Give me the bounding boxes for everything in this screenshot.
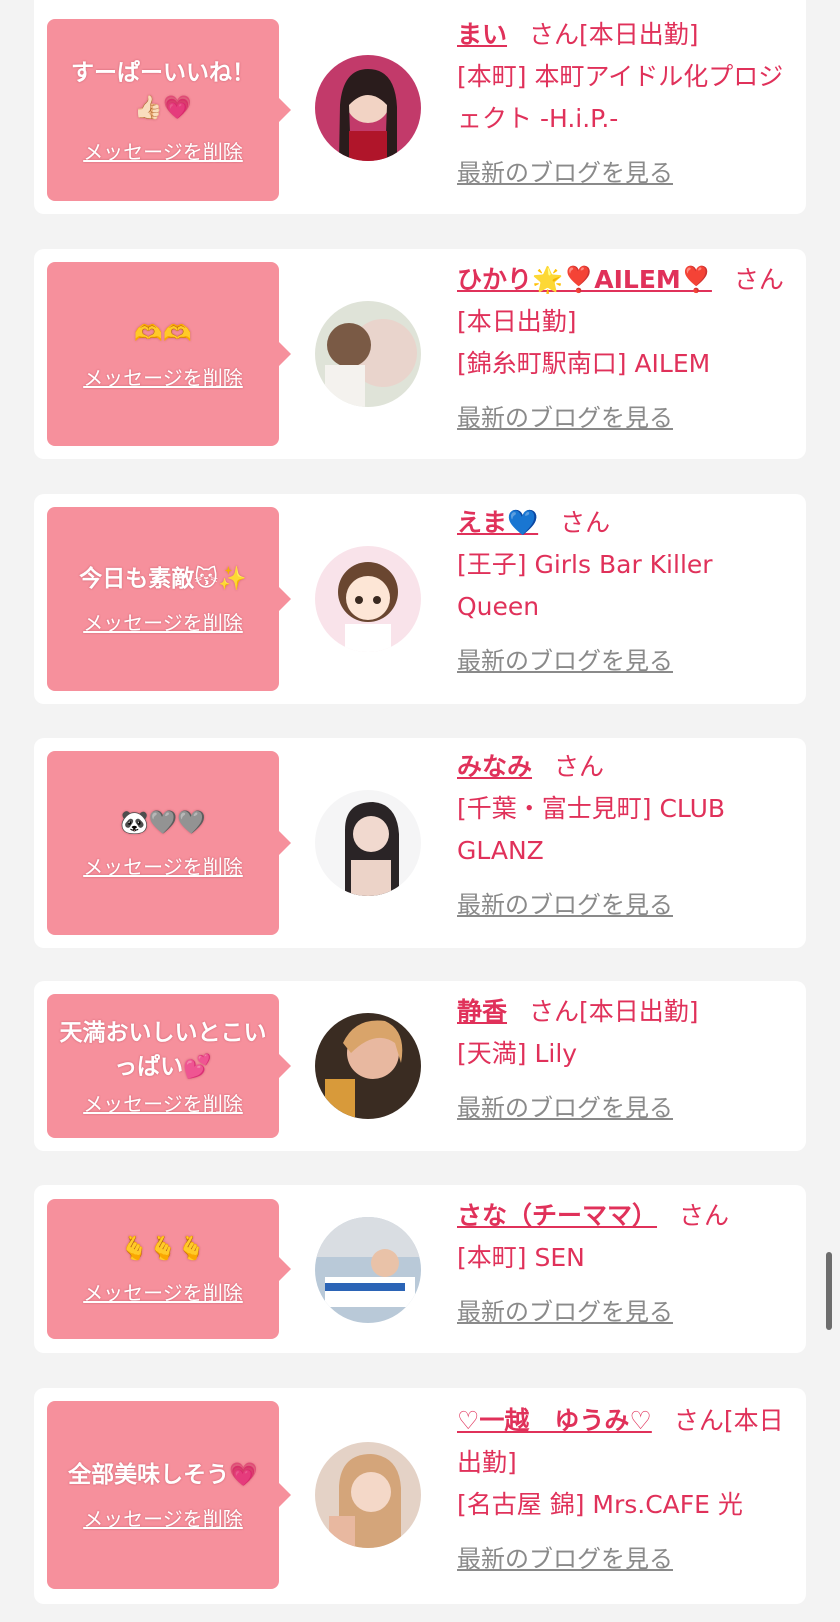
- message-bubble: 今日も素敵😽✨ メッセージを削除: [47, 507, 291, 691]
- avatar[interactable]: [315, 301, 421, 407]
- delete-message-link[interactable]: メッセージを削除: [83, 1088, 243, 1117]
- message-bubble: 🫶🫶 メッセージを削除: [47, 262, 291, 446]
- scrollbar-thumb[interactable]: [826, 1252, 832, 1330]
- honorific: さん: [560, 508, 611, 537]
- latest-blog-link[interactable]: 最新のブログを見る: [457, 640, 787, 682]
- shop-name: [名古屋 錦] Mrs.CAFE 光: [457, 1490, 743, 1519]
- message-text: すーぱーいいね！👍🏻💗: [71, 59, 255, 121]
- shop-name: [本町] 本町アイドル化プロジェクト -H.i.P.-: [457, 62, 784, 133]
- cast-info: みなみ さん [千葉・富士見町] CLUB GLANZ 最新のブログを見る: [457, 746, 787, 926]
- message-bubble: 🫰🫰🫰 メッセージを削除: [47, 1199, 291, 1339]
- message-text: 全部美味しそう💗: [68, 1462, 258, 1488]
- honorific: さん: [554, 752, 605, 781]
- cast-name-link[interactable]: ♡一越 ゆうみ♡: [457, 1406, 652, 1435]
- cast-info: さな（チーママ） さん [本町] SEN 最新のブログを見る: [457, 1195, 787, 1333]
- cast-name-link[interactable]: まい: [457, 20, 507, 49]
- delete-message-link[interactable]: メッセージを削除: [83, 1503, 243, 1532]
- message-card: 全部美味しそう💗 メッセージを削除 ♡一越 ゆうみ♡ さん[本日出勤] [名古屋 …: [34, 1388, 806, 1604]
- message-text: 今日も素敵😽✨: [79, 566, 247, 592]
- message-bubble: 🐼🩶🩶 メッセージを削除: [47, 751, 291, 935]
- avatar[interactable]: [315, 55, 421, 161]
- delete-message-link[interactable]: メッセージを削除: [83, 136, 243, 165]
- latest-blog-link[interactable]: 最新のブログを見る: [457, 397, 787, 439]
- honorific: さん[本日出勤]: [529, 20, 699, 49]
- shop-name: [王子] Girls Bar Killer Queen: [457, 550, 713, 621]
- message-text: 🫰🫰🫰: [120, 1236, 206, 1262]
- cast-info: 静香 さん[本日出勤] [天満] Lily 最新のブログを見る: [457, 991, 787, 1129]
- honorific: さん: [679, 1201, 730, 1230]
- avatar[interactable]: [315, 790, 421, 896]
- latest-blog-link[interactable]: 最新のブログを見る: [457, 1291, 787, 1333]
- message-card: 🐼🩶🩶 メッセージを削除 みなみ さん [千葉・富士見町] CLUB GLANZ …: [34, 738, 806, 948]
- cast-name-link[interactable]: さな（チーママ）: [457, 1201, 657, 1230]
- cast-name-link[interactable]: 静香: [457, 997, 507, 1026]
- latest-blog-link[interactable]: 最新のブログを見る: [457, 1087, 787, 1129]
- message-card: 🫶🫶 メッセージを削除 ひかり🌟❣️AILEM❣️ さん[本日出勤] [錦糸町駅南…: [34, 249, 806, 459]
- message-text: 🐼🩶🩶: [120, 810, 206, 836]
- avatar[interactable]: [315, 1013, 421, 1119]
- message-card: 🫰🫰🫰 メッセージを削除 さな（チーママ） さん [本町] SEN 最新のブログを…: [34, 1185, 806, 1353]
- latest-blog-link[interactable]: 最新のブログを見る: [457, 884, 787, 926]
- avatar[interactable]: [315, 1442, 421, 1548]
- cast-name-link[interactable]: みなみ: [457, 752, 532, 781]
- message-card: 天満おいしいとこいっぱい💕 メッセージを削除 静香 さん[本日出勤] [天満] L…: [34, 981, 806, 1151]
- delete-message-link[interactable]: メッセージを削除: [83, 1277, 243, 1306]
- latest-blog-link[interactable]: 最新のブログを見る: [457, 1538, 787, 1580]
- message-bubble: 全部美味しそう💗 メッセージを削除: [47, 1401, 291, 1589]
- delete-message-link[interactable]: メッセージを削除: [83, 362, 243, 391]
- message-card: 今日も素敵😽✨ メッセージを削除 えま💙 さん [王子] Girls Bar Ki…: [34, 494, 806, 704]
- message-card: すーぱーいいね！👍🏻💗 メッセージを削除 まい さん[本日出勤] [本町] 本町ア…: [34, 0, 806, 214]
- message-bubble: すーぱーいいね！👍🏻💗 メッセージを削除: [47, 19, 291, 201]
- message-text: 天満おいしいとこいっぱい💕: [59, 1019, 267, 1080]
- delete-message-link[interactable]: メッセージを削除: [83, 851, 243, 880]
- avatar[interactable]: [315, 546, 421, 652]
- shop-name: [天満] Lily: [457, 1039, 578, 1068]
- cast-info: ♡一越 ゆうみ♡ さん[本日出勤] [名古屋 錦] Mrs.CAFE 光 最新のブ…: [457, 1400, 787, 1580]
- message-bubble: 天満おいしいとこいっぱい💕 メッセージを削除: [47, 994, 291, 1138]
- shop-name: [千葉・富士見町] CLUB GLANZ: [457, 794, 726, 865]
- message-text: 🫶🫶: [134, 321, 192, 347]
- latest-blog-link[interactable]: 最新のブログを見る: [457, 152, 787, 194]
- shop-name: [本町] SEN: [457, 1243, 585, 1272]
- cast-name-link[interactable]: ひかり🌟❣️AILEM❣️: [457, 265, 712, 294]
- cast-name-link[interactable]: えま💙: [457, 508, 538, 537]
- avatar[interactable]: [315, 1217, 421, 1323]
- delete-message-link[interactable]: メッセージを削除: [83, 607, 243, 636]
- cast-info: えま💙 さん [王子] Girls Bar Killer Queen 最新のブログ…: [457, 502, 787, 682]
- cast-info: まい さん[本日出勤] [本町] 本町アイドル化プロジェクト -H.i.P.- 最…: [457, 14, 787, 194]
- honorific: さん[本日出勤]: [529, 997, 699, 1026]
- cast-info: ひかり🌟❣️AILEM❣️ さん[本日出勤] [錦糸町駅南口] AILEM 最新の…: [457, 259, 787, 439]
- shop-name: [錦糸町駅南口] AILEM: [457, 349, 711, 378]
